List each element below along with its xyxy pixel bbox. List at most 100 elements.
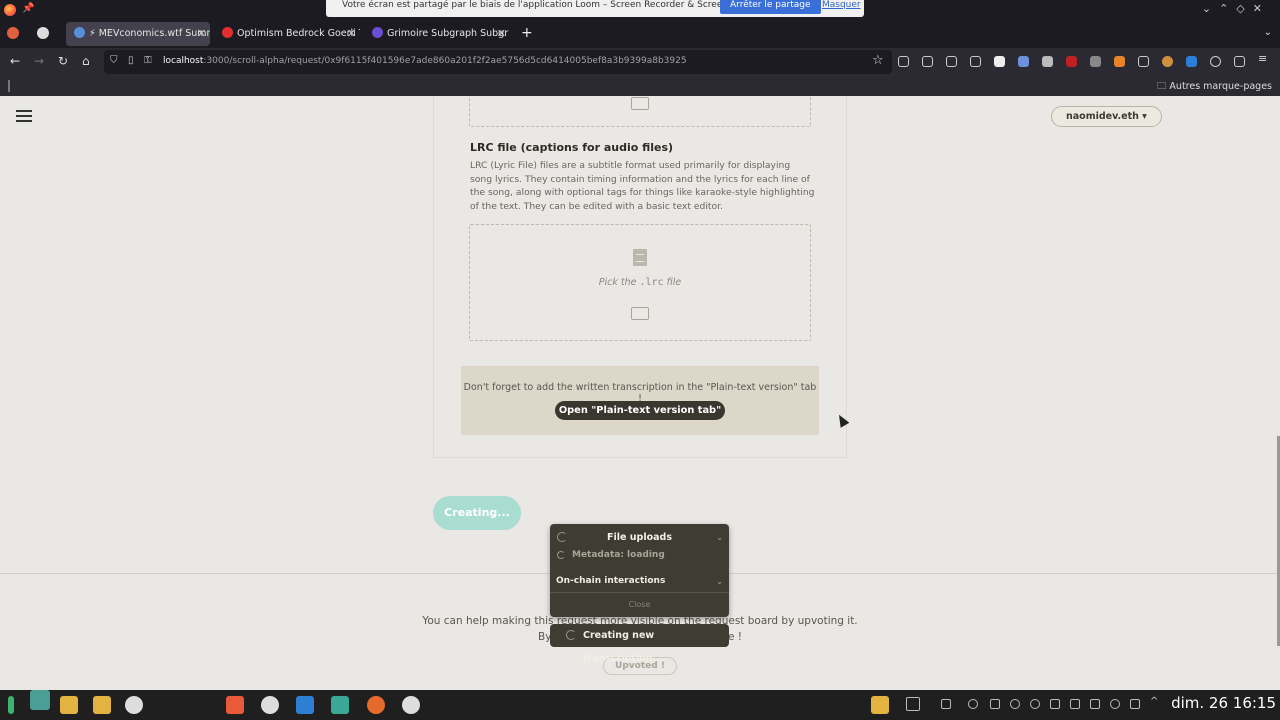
metamask-icon[interactable] <box>1114 56 1125 67</box>
tray-app-icon[interactable] <box>871 696 889 714</box>
new-tab-button[interactable]: + <box>521 25 533 41</box>
spinner-icon <box>557 551 565 559</box>
extensions-puzzle-icon[interactable] <box>1234 56 1245 67</box>
clock[interactable]: dim. 26 16:15 <box>1171 694 1276 712</box>
extension-k-icon[interactable] <box>1186 56 1197 67</box>
navigation-bar: ← → ↻ ⌂ ⛉ ▯ ⚿ localhost:3000/scroll-alph… <box>0 48 1280 76</box>
bookmarks-bar: 🗀 Autres marque-pages <box>0 76 1280 96</box>
library-icon[interactable] <box>946 56 957 67</box>
url-bar[interactable]: ⛉ ▯ ⚿ localhost:3000/scroll-alpha/reques… <box>104 50 892 74</box>
desktop-icon[interactable] <box>30 690 50 710</box>
terminal-tray-icon[interactable] <box>1050 699 1060 709</box>
downloads-icon[interactable] <box>922 56 933 67</box>
pin-icon[interactable]: 📌 <box>22 3 34 14</box>
modal-close-button[interactable]: Close <box>550 600 729 609</box>
tab-favicon-icon <box>372 27 383 38</box>
forward-icon[interactable]: → <box>34 54 44 68</box>
chevron-down-icon[interactable]: ⌄ <box>716 533 723 542</box>
sidebar-icon[interactable] <box>970 56 981 67</box>
tab-label: ⚡ MEVconomics.wtf Summ <box>89 28 210 39</box>
terminal-icon[interactable] <box>331 696 349 714</box>
clipboard-tray-icon[interactable] <box>1070 699 1080 709</box>
extension-circle-icon[interactable] <box>1210 56 1221 67</box>
home-icon[interactable]: ⌂ <box>82 54 90 68</box>
vscode-icon[interactable] <box>296 696 314 714</box>
metadata-status: Metadata: loading <box>572 550 665 560</box>
open-plain-text-tab-button[interactable]: Open "Plain-text version tab" <box>555 401 725 420</box>
extension-ublock-icon[interactable] <box>1066 56 1077 67</box>
menu-icon[interactable]: ≡ <box>1258 52 1269 65</box>
wifi-icon[interactable] <box>1110 699 1120 709</box>
bookmark-star-icon[interactable]: ☆ <box>872 53 884 68</box>
pinned-tab-icon[interactable] <box>7 27 19 39</box>
settings-icon[interactable] <box>968 699 978 709</box>
chrome-icon[interactable] <box>402 696 420 714</box>
manjaro-menu-icon[interactable] <box>8 696 14 714</box>
chrome-icon[interactable] <box>125 696 143 714</box>
page-info-icon[interactable]: ▯ <box>128 55 134 66</box>
files-icon[interactable] <box>60 696 78 714</box>
close-tab-icon[interactable]: ✕ <box>197 22 206 46</box>
tab-bar: 📌 ⌄⌃◇✕ Votre écran est partagé par le bi… <box>0 0 1280 48</box>
creating-button[interactable]: Creating... <box>433 496 521 530</box>
app-orange-icon[interactable] <box>226 696 244 714</box>
stop-sharing-button[interactable]: Arrêter le partage <box>720 0 821 14</box>
mic-icon[interactable] <box>990 699 1000 709</box>
devtools-icon[interactable] <box>1138 56 1149 67</box>
pinned-tab-home[interactable] <box>37 27 49 39</box>
reload-icon[interactable]: ↻ <box>58 54 68 68</box>
tab-optimism[interactable]: Optimism Bedrock Goerli T ✕ <box>216 22 360 46</box>
close-tab-icon[interactable]: ✕ <box>497 22 506 46</box>
window-controls[interactable]: ⌄⌃◇✕ <box>1202 2 1270 15</box>
microphone-icon[interactable] <box>1090 699 1100 709</box>
tab-mevconomics[interactable]: ⚡ MEVconomics.wtf Summ ✕ <box>66 22 210 46</box>
list-tabs-icon[interactable]: ⌄ <box>1264 27 1272 38</box>
extension-avatar-icon[interactable] <box>1162 56 1173 67</box>
other-bookmarks-label: Autres marque-pages <box>1169 81 1272 92</box>
folder-icon[interactable] <box>93 696 111 714</box>
spinner-icon <box>566 630 576 640</box>
extension-h-icon[interactable] <box>994 56 1005 67</box>
volume-icon[interactable] <box>1130 699 1140 709</box>
toast-text: Creating new transcription... <box>583 630 664 664</box>
onchain-interactions-title[interactable]: On-chain interactions <box>556 576 665 586</box>
tray-window-icon[interactable] <box>906 697 920 711</box>
extension-gear-icon[interactable] <box>1042 56 1053 67</box>
modal-divider <box>550 592 729 593</box>
chevron-down-icon[interactable]: ⌄ <box>716 577 723 586</box>
shield-icon[interactable]: ⛉ <box>110 55 118 66</box>
page-content: naomidev.eth ▾ LRC file (captions for au… <box>0 96 1280 690</box>
screen-share-notice: Votre écran est partagé par le biais de … <box>326 0 864 17</box>
chrome-icon[interactable] <box>261 696 279 714</box>
file-dropzone-previous[interactable] <box>469 96 811 127</box>
tray-expand-icon[interactable]: ^ <box>1150 696 1160 707</box>
lrc-file-dropzone[interactable]: Pick the .lrc file <box>469 224 811 341</box>
close-tab-icon[interactable]: ✕ <box>347 22 356 46</box>
share-notice-text: Votre écran est partagé par le biais de … <box>342 0 770 10</box>
extension-pen-icon[interactable] <box>1090 56 1101 67</box>
account-button[interactable]: naomidev.eth ▾ <box>1051 106 1162 127</box>
hide-share-link[interactable]: Masquer <box>822 0 861 10</box>
back-icon[interactable]: ← <box>10 54 20 68</box>
url-text[interactable]: localhost:3000/scroll-alpha/request/0x9f… <box>163 56 687 66</box>
pocket-icon[interactable] <box>898 56 909 67</box>
document-icon <box>633 249 647 266</box>
update-icon[interactable] <box>1010 699 1020 709</box>
tab-favicon-icon <box>222 27 233 38</box>
folder-icon <box>631 307 649 320</box>
bookmarks-separator <box>8 80 10 92</box>
file-uploads-title[interactable]: File uploads <box>550 532 729 543</box>
tab-favicon-icon <box>74 27 85 38</box>
pick-prefix: Pick the <box>598 277 637 288</box>
pick-suffix: file <box>666 277 682 288</box>
extension-arc-icon[interactable] <box>1018 56 1029 67</box>
pick-lrc-file[interactable]: Pick the .lrc file <box>470 277 810 288</box>
media-icon[interactable] <box>1030 699 1040 709</box>
clipboard-icon[interactable] <box>941 699 951 709</box>
footer-line2-end: e ! <box>728 631 743 643</box>
hamburger-menu-icon[interactable] <box>16 110 32 122</box>
other-bookmarks[interactable]: 🗀 Autres marque-pages <box>1157 79 1272 95</box>
firefox-icon[interactable] <box>367 696 385 714</box>
permissions-icon[interactable]: ⚿ <box>144 55 152 66</box>
tab-grimoire[interactable]: Grimoire Subgraph Subgr ✕ <box>366 22 510 46</box>
